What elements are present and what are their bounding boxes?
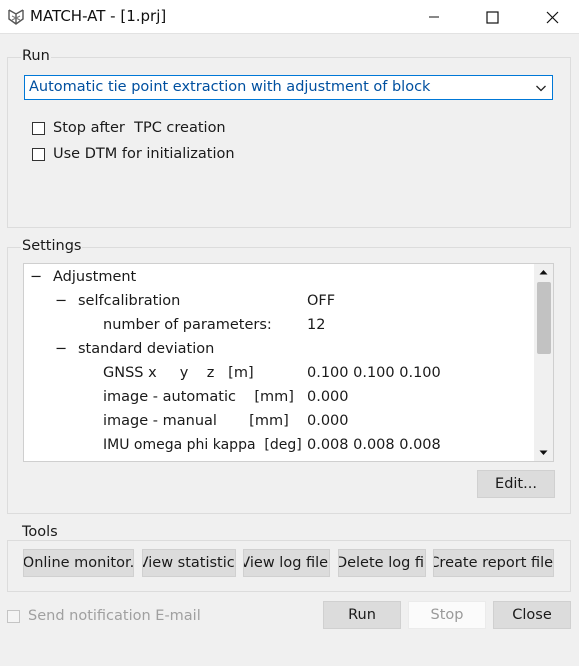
tree-row[interactable]: image - manual [mm] 0.000	[24, 409, 534, 433]
send-notification-checkbox: Send notification E-mail	[7, 607, 201, 625]
scroll-up-icon[interactable]	[534, 264, 553, 280]
tree-row-label: image - automatic [mm]	[103, 389, 294, 405]
run-mode-select[interactable]: Automatic tie point extraction with adju…	[24, 75, 553, 100]
tree-row-label: selfcalibration	[78, 293, 181, 309]
title-bar: MATCH-AT - [1.prj]	[0, 0, 579, 34]
maximize-icon[interactable]	[469, 0, 515, 34]
tree-row-value: OFF	[307, 293, 336, 309]
run-button[interactable]: Run	[323, 601, 401, 629]
tree-row[interactable]: − selfcalibration OFF	[24, 289, 534, 313]
edit-button[interactable]: Edit...	[477, 470, 555, 498]
send-notification-label: Send notification E-mail	[28, 608, 201, 624]
tree-row[interactable]: IMU omega phi kappa [deg] 0.008 0.008 0.…	[24, 433, 534, 457]
tree-row[interactable]: GNSS x y z [m] 0.100 0.100 0.100	[24, 361, 534, 385]
checkbox-box	[7, 609, 20, 623]
view-log-file-button[interactable]: View log file.	[243, 549, 330, 577]
tree-row-label: GNSS x y z [m]	[103, 365, 254, 381]
online-monitor-button[interactable]: Online monitor.	[23, 549, 134, 577]
close-icon[interactable]	[529, 0, 575, 34]
delete-log-file-button[interactable]: Delete log fil	[338, 549, 426, 577]
tree-row-value: 0.008 0.008 0.008	[307, 437, 441, 453]
tree-row-label: IMU omega phi kappa [deg]	[103, 437, 302, 453]
use-dtm-checkbox[interactable]: Use DTM for initialization	[32, 145, 235, 163]
view-statistic-button[interactable]: View statistic.	[142, 549, 236, 577]
create-report-file-button[interactable]: Create report file.	[433, 549, 554, 577]
checkbox-box[interactable]	[32, 147, 45, 161]
stop-after-tpc-checkbox[interactable]: Stop after TPC creation	[32, 119, 226, 137]
scroll-down-icon[interactable]	[534, 445, 553, 461]
settings-group-title: Settings	[21, 238, 83, 254]
checkbox-box[interactable]	[32, 121, 45, 135]
tree-row-label: Adjustment	[53, 269, 137, 285]
tree-row-value: 0.000	[307, 413, 349, 429]
stop-button: Stop	[408, 601, 486, 629]
tree-row-value: 0.000	[307, 389, 349, 405]
tree-row-value: 12	[307, 317, 326, 333]
run-mode-select-value: Automatic tie point extraction with adju…	[29, 79, 431, 95]
delete-log-file-label: Delete log fil	[338, 555, 426, 571]
tree-scrollbar[interactable]	[534, 264, 553, 461]
collapse-icon[interactable]: −	[30, 265, 42, 289]
match-at-app-icon	[6, 7, 26, 27]
tree-row[interactable]: image - automatic [mm] 0.000	[24, 385, 534, 409]
settings-tree[interactable]: − Adjustment − selfcalibration OFF numbe…	[23, 263, 554, 462]
tree-row[interactable]: − standard deviation	[24, 337, 534, 361]
online-monitor-label: Online monitor.	[23, 555, 134, 571]
close-button[interactable]: Close	[493, 601, 571, 629]
tree-row-label: image - manual [mm]	[103, 413, 289, 429]
collapse-icon[interactable]: −	[55, 337, 67, 361]
collapse-icon[interactable]: −	[55, 289, 67, 313]
tree-row-label: standard deviation	[78, 341, 215, 357]
run-group-title: Run	[21, 48, 51, 64]
view-statistic-label: View statistic.	[142, 555, 236, 571]
tree-row-value: 0.100 0.100 0.100	[307, 365, 441, 381]
tree-row-label: number of parameters:	[103, 317, 272, 333]
use-dtm-label: Use DTM for initialization	[53, 146, 235, 162]
view-log-file-label: View log file.	[243, 555, 330, 571]
create-report-file-label: Create report file.	[433, 555, 554, 571]
tree-row[interactable]: number of parameters: 12	[24, 313, 534, 337]
minimize-icon[interactable]	[411, 0, 457, 34]
stop-after-tpc-label: Stop after TPC creation	[53, 120, 226, 136]
scroll-thumb[interactable]	[537, 282, 551, 354]
window-title: MATCH-AT - [1.prj]	[30, 7, 167, 25]
tree-row[interactable]: − Adjustment	[24, 265, 534, 289]
tools-group-title: Tools	[21, 524, 59, 540]
chevron-down-icon	[535, 82, 547, 94]
